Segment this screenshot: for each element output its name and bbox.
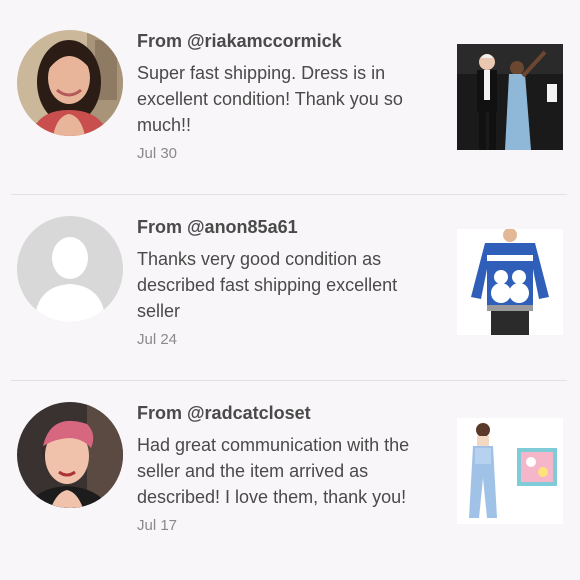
review-text: Had great communication with the seller … — [137, 435, 410, 507]
review-date: Jul 24 — [137, 331, 178, 348]
review-date: Jul 17 — [137, 517, 178, 534]
reviewer-avatar[interactable] — [17, 216, 123, 322]
review-date: Jul 30 — [137, 145, 178, 162]
review-content: From @anon85a61 Thanks very good conditi… — [137, 216, 445, 350]
review-item: From @radcatcloset Had great communicati… — [11, 381, 567, 569]
reviewer-avatar[interactable] — [17, 30, 123, 136]
item-thumbnail[interactable] — [457, 44, 563, 150]
item-photo-overalls — [457, 418, 563, 524]
avatar-photo-radcatcloset — [17, 402, 123, 508]
reviews-list: From @riakamccormick Super fast shipping… — [11, 11, 567, 569]
item-thumbnail[interactable] — [457, 229, 563, 335]
default-user-icon — [17, 216, 123, 322]
reviewer-handle[interactable]: From @radcatcloset — [137, 402, 445, 424]
item-photo-dress — [457, 44, 563, 150]
reviewer-avatar[interactable] — [17, 402, 123, 508]
avatar-photo-riakamccormick — [17, 30, 123, 136]
item-photo-sweater — [457, 229, 563, 335]
review-text: Thanks very good condition as described … — [137, 249, 398, 321]
review-item: From @riakamccormick Super fast shipping… — [11, 11, 567, 195]
review-item: From @anon85a61 Thanks very good conditi… — [11, 195, 567, 381]
review-content: From @radcatcloset Had great communicati… — [137, 402, 445, 536]
review-text: Super fast shipping. Dress is in excelle… — [137, 63, 403, 135]
item-thumbnail[interactable] — [457, 418, 563, 524]
reviewer-handle[interactable]: From @anon85a61 — [137, 216, 445, 238]
reviewer-handle[interactable]: From @riakamccormick — [137, 30, 445, 52]
review-content: From @riakamccormick Super fast shipping… — [137, 30, 445, 164]
